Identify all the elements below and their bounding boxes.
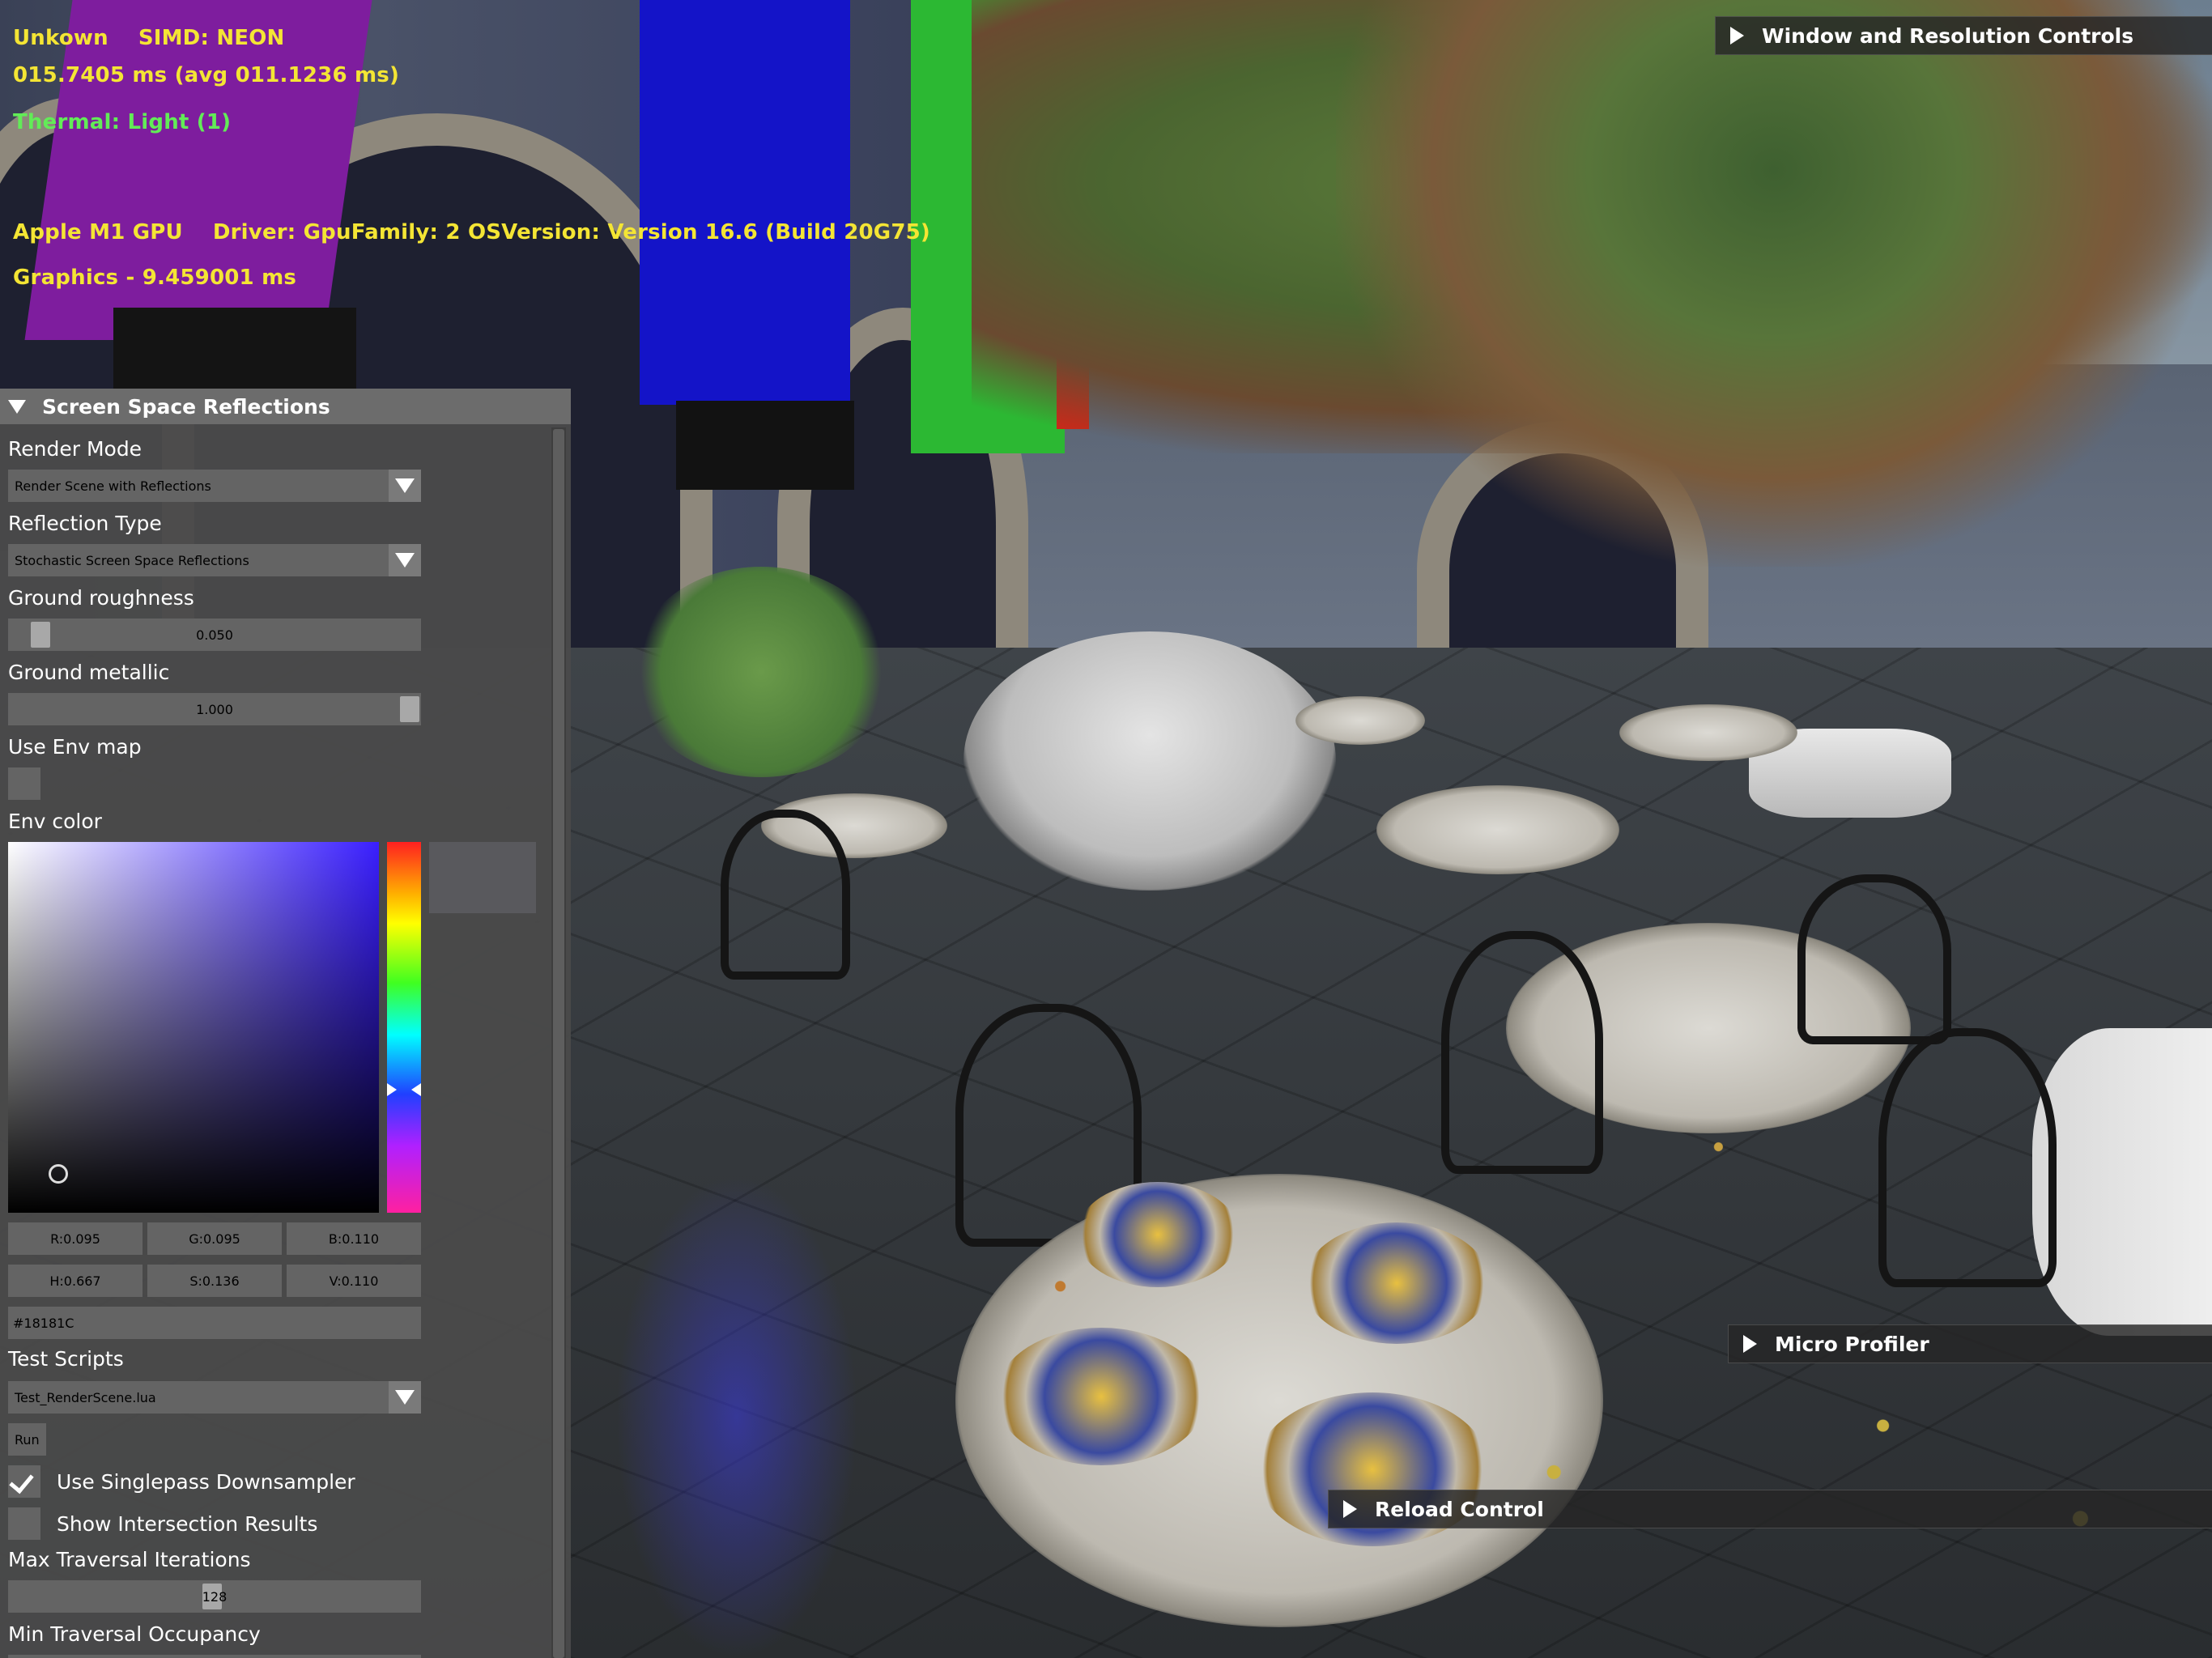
window-resolution-controls-header[interactable]: Window and Resolution Controls — [1715, 16, 2212, 55]
cpu-simd-info: Unkown SIMD: NEON — [13, 26, 285, 50]
ground-roughness-slider[interactable]: 0.050 — [8, 619, 421, 651]
dropdown-arrow-icon[interactable] — [389, 470, 421, 502]
use-env-map-label: Use Env map — [8, 735, 142, 759]
min-traversal-label: Min Traversal Occupancy — [8, 1622, 261, 1646]
ground-metallic-value: 1.000 — [196, 701, 233, 717]
thermal-state: Thermal: Light (1) — [13, 110, 232, 134]
saturation-field[interactable]: S:0.136 — [147, 1265, 282, 1297]
run-button[interactable]: Run — [8, 1423, 46, 1456]
triangle-right-icon — [1730, 27, 1744, 45]
slider-grab[interactable] — [31, 622, 50, 648]
hue-marker-left — [387, 1083, 397, 1096]
show-intersection-checkbox[interactable] — [8, 1507, 40, 1540]
triangle-right-icon — [1343, 1500, 1357, 1518]
ground-roughness-label: Ground roughness — [8, 586, 194, 610]
test-scripts-label: Test Scripts — [8, 1347, 124, 1371]
test-scripts-value: Test_RenderScene.lua — [15, 1389, 156, 1405]
scrollbar-thumb[interactable] — [553, 429, 564, 1658]
render-mode-label: Render Mode — [8, 437, 143, 461]
reflection-type-value: Stochastic Screen Space Reflections — [15, 552, 249, 568]
panel-titlebar[interactable]: Screen Space Reflections — [0, 389, 571, 424]
green-channel-field[interactable]: G:0.095 — [147, 1222, 282, 1255]
checkmark-icon — [9, 1468, 34, 1494]
triangle-right-icon — [1743, 1335, 1757, 1353]
window-title: Reload Control — [1375, 1497, 1544, 1521]
reflection-type-label: Reflection Type — [8, 512, 162, 535]
window-title: Window and Resolution Controls — [1762, 23, 2134, 48]
triangle-down-icon — [8, 399, 26, 414]
env-color-label: Env color — [8, 810, 102, 833]
panel-title: Screen Space Reflections — [42, 394, 330, 419]
render-mode-dropdown[interactable]: Render Scene with Reflections — [8, 470, 421, 502]
use-env-map-checkbox[interactable] — [8, 767, 40, 800]
slider-grab[interactable] — [400, 696, 419, 722]
test-scripts-dropdown[interactable]: Test_RenderScene.lua — [8, 1381, 421, 1414]
graphics-time: Graphics - 9.459001 ms — [13, 266, 297, 290]
blue-channel-field[interactable]: B:0.110 — [287, 1222, 421, 1255]
reflection-type-dropdown[interactable]: Stochastic Screen Space Reflections — [8, 544, 421, 576]
panel-scrollbar[interactable] — [551, 427, 566, 1658]
ground-roughness-value: 0.050 — [196, 627, 233, 643]
ground-metallic-slider[interactable]: 1.000 — [8, 693, 421, 725]
blue-banner — [640, 0, 850, 405]
max-traversal-label: Max Traversal Iterations — [8, 1548, 251, 1571]
hue-slider[interactable] — [387, 842, 421, 1213]
hue-marker-right — [411, 1083, 421, 1096]
hue-field[interactable]: H:0.667 — [8, 1265, 143, 1297]
max-traversal-value: 128 — [202, 1588, 228, 1605]
show-intersection-label: Show Intersection Results — [57, 1512, 318, 1536]
frame-time: 015.7405 ms (avg 011.1236 ms) — [13, 63, 400, 87]
ground-metallic-label: Ground metallic — [8, 661, 170, 684]
micro-profiler-header[interactable]: Micro Profiler — [1728, 1324, 2212, 1363]
dropdown-arrow-icon[interactable] — [389, 544, 421, 576]
value-field[interactable]: V:0.110 — [287, 1265, 421, 1297]
max-traversal-slider[interactable]: 128 — [8, 1580, 421, 1613]
singlepass-downsampler-checkbox[interactable] — [8, 1465, 40, 1498]
forge-logo-banner — [676, 401, 854, 490]
color-picker-cursor[interactable] — [49, 1164, 68, 1184]
tree-canopy — [1336, 0, 2212, 567]
window-title: Micro Profiler — [1775, 1332, 1929, 1356]
gpu-driver-info: Apple M1 GPU Driver: GpuFamily: 2 OSVers… — [13, 220, 930, 244]
render-mode-value: Render Scene with Reflections — [15, 478, 211, 494]
singlepass-downsampler-label: Use Singlepass Downsampler — [57, 1470, 355, 1494]
reload-control-header[interactable]: Reload Control — [1328, 1490, 2212, 1528]
red-channel-field[interactable]: R:0.095 — [8, 1222, 143, 1255]
forge-logo-banner — [113, 308, 356, 389]
dropdown-arrow-icon[interactable] — [389, 1381, 421, 1414]
hex-color-field[interactable]: #18181C — [8, 1307, 421, 1339]
saturation-value-picker[interactable] — [8, 842, 379, 1213]
env-color-preview — [429, 842, 536, 913]
min-traversal-slider[interactable] — [8, 1655, 421, 1658]
